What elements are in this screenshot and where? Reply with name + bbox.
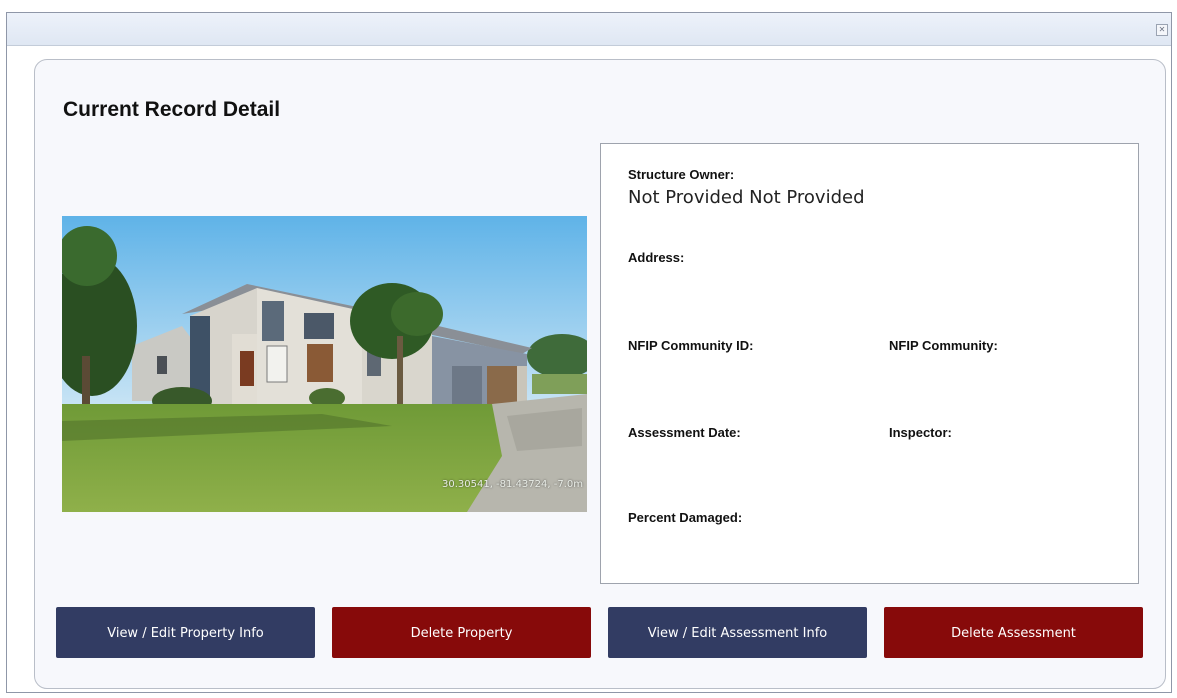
photo-gps-overlay: 30.30541, -81.43724, -7.0m	[441, 479, 583, 490]
nfip-community-label: NFIP Community:	[889, 338, 998, 353]
panel-title: Current Record Detail	[63, 98, 281, 121]
inspector-label: Inspector:	[889, 425, 952, 440]
nfip-community-id-label: NFIP Community ID:	[628, 338, 754, 353]
property-photo: 30.30541, -81.43724, -7.0m	[62, 216, 587, 512]
structure-owner-label: Structure Owner:	[628, 167, 735, 182]
address-label: Address:	[628, 250, 685, 265]
delete-property-button[interactable]: Delete Property	[332, 607, 591, 658]
close-icon[interactable]: ✕	[1156, 24, 1168, 36]
percent-damaged-label: Percent Damaged:	[628, 510, 743, 525]
view-edit-assessment-button[interactable]: View / Edit Assessment Info	[608, 607, 867, 658]
record-info-box: Structure Owner: Not Provided Not Provid…	[600, 143, 1139, 584]
window-titlebar: ✕	[7, 13, 1171, 46]
property-photo-image	[62, 216, 587, 512]
assessment-date-label: Assessment Date:	[628, 425, 741, 440]
view-edit-property-button[interactable]: View / Edit Property Info	[56, 607, 315, 658]
delete-assessment-button[interactable]: Delete Assessment	[884, 607, 1143, 658]
record-detail-window: ✕ Current Record Detail 30.30541, -81.43…	[6, 12, 1172, 693]
structure-owner-value: Not Provided Not Provided	[628, 187, 865, 208]
record-detail-panel: Current Record Detail 30.30541, -81.4372…	[34, 59, 1166, 689]
